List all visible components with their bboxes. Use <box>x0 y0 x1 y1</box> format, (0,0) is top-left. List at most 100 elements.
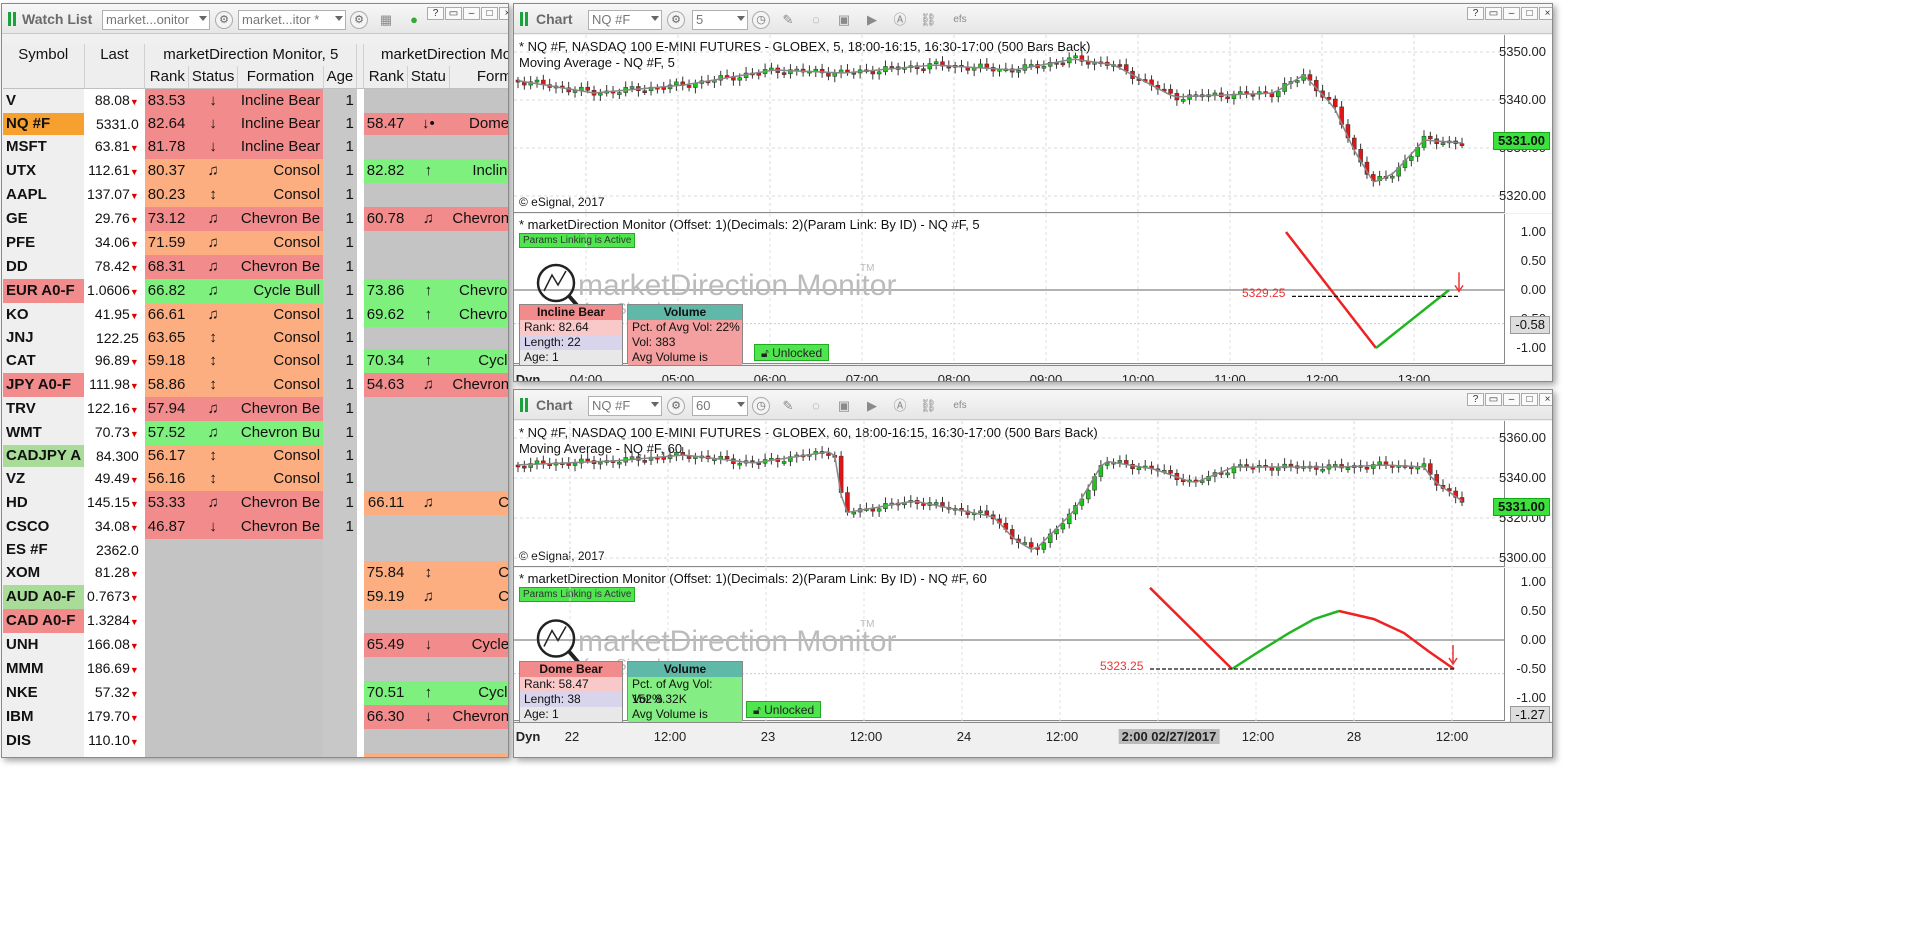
table-row[interactable]: MMM 186.69▼ <box>3 657 508 681</box>
table-row[interactable]: CADJPY A 84.300 56.17 ↕ Consol 1 <box>3 445 508 467</box>
settings-icon[interactable]: ⚙ <box>215 11 233 29</box>
alert-icon[interactable]: Ⓐ <box>892 12 908 28</box>
curve-icon[interactable]: ◌ <box>808 398 824 414</box>
table-row[interactable]: HD145.15▼53.33♫Chevron Be166.11♫Consol1 <box>3 491 508 515</box>
table-row[interactable]: CAD A0-F 1.3284▼ <box>3 609 508 633</box>
restore-button[interactable]: ▭ <box>1485 393 1502 406</box>
table-row[interactable]: UNH166.08▼65.49↓Cycle Bear1 <box>3 633 508 657</box>
col-symbol-header[interactable]: Symbol <box>3 44 85 66</box>
minimize-button[interactable]: – <box>1503 393 1520 406</box>
unlocked-button[interactable]: 🔓︎ Unlocked <box>754 344 830 361</box>
col-last-header[interactable]: Last <box>84 44 146 66</box>
time-axis[interactable]: Dyn 22 12:00 23 12:00 24 12:00 2:00 02/27/2017 1… <box>514 722 1552 744</box>
minimize-button[interactable]: – <box>463 7 480 20</box>
table-row[interactable]: AAPL 137.07▼ 80.23 ↕ Consol 1 <box>3 183 508 207</box>
formation-box[interactable]: Dome BearRank: 58.47Length: 38Age: 1Tren… <box>519 661 623 737</box>
table-row[interactable]: TRV 122.16▼ 57.94 ♫ Chevron Be 1 <box>3 397 508 421</box>
col-rank-60[interactable]: Rank <box>363 66 408 89</box>
table-row[interactable]: AUD A0-F0.7673▼59.19♫Consol1 <box>3 585 508 609</box>
price-pane[interactable]: * NQ #F, NASDAQ 100 E-MINI FUTURES - GLO… <box>514 35 1504 213</box>
table-row[interactable]: JPM90.42▼70.28↕Consol1 <box>3 753 508 757</box>
col-status-60[interactable]: Statu <box>407 66 450 89</box>
link-icon[interactable]: ● <box>406 12 422 28</box>
price-pane[interactable]: * NQ #F, NASDAQ 100 E-MINI FUTURES - GLO… <box>514 421 1504 567</box>
maximize-button[interactable]: □ <box>1521 393 1538 406</box>
dyn-button[interactable]: Dyn <box>516 372 541 381</box>
close-button[interactable]: × <box>1539 7 1552 20</box>
camera-icon[interactable]: ▣ <box>836 398 852 414</box>
page-combo-1[interactable]: market...onitor <box>102 10 210 30</box>
pencil-icon[interactable]: ✎ <box>780 398 796 414</box>
efs-icon[interactable]: efs <box>952 12 968 28</box>
osc-axis[interactable]: 1.00 0.50 0.00 -0.50 -1.00 -1.27 <box>1504 568 1552 724</box>
maximize-button[interactable]: □ <box>1521 7 1538 20</box>
minimize-button[interactable]: – <box>1503 7 1520 20</box>
col-formation-60[interactable]: Formation <box>449 66 508 89</box>
col-age-5[interactable]: Age <box>323 66 358 89</box>
osc-axis[interactable]: 1.000.500.00-0.50-1.00-0.58 <box>1504 214 1552 364</box>
help-button[interactable]: ? <box>1467 7 1484 20</box>
dyn-button[interactable]: Dyn <box>516 729 541 744</box>
table-row[interactable]: JNJ 122.25 63.65 ↕ Consol 1 <box>3 327 508 349</box>
table-row[interactable]: IBM179.70▼66.30↓Chevron Bear1 <box>3 705 508 729</box>
table-row[interactable]: DD 78.42▼ 68.31 ♫ Chevron Be 1 <box>3 255 508 279</box>
alert-icon[interactable]: Ⓐ <box>892 398 908 414</box>
restore-button[interactable]: ▭ <box>445 7 462 20</box>
price-axis[interactable]: 5350.005340.005330.005320.005331.00 <box>1493 35 1552 213</box>
restore-button[interactable]: ▭ <box>1485 7 1502 20</box>
table-row[interactable]: WMT 70.73▼ 57.52 ♫ Chevron Bu 1 <box>3 421 508 445</box>
page-combo-2[interactable]: market...itor * <box>238 10 346 30</box>
formation-box[interactable]: Incline BearRank: 82.64Length: 22Age: 1T… <box>519 304 623 380</box>
interval-combo[interactable]: 60 <box>692 396 748 416</box>
clock-icon[interactable]: ◷ <box>752 397 770 415</box>
table-row[interactable]: NQ #F 5331.0 82.64 ↓ Incline Bear 1 58.47 ↓• Dom… <box>3 113 508 135</box>
link-icon[interactable]: ⛓ <box>920 398 937 414</box>
symbol-combo[interactable]: NQ #F <box>588 396 662 416</box>
col-formation-5[interactable]: Formation <box>237 66 324 89</box>
table-row[interactable]: KO41.95▼66.61♫Consol169.62↑Chevron Bull1 <box>3 303 508 327</box>
pencil-icon[interactable]: ✎ <box>780 12 796 28</box>
curve-icon[interactable]: ◌ <box>808 12 824 28</box>
table-row[interactable]: JPY A0-F 111.98▼ 58.86 ↕ Consol 1 54.63 ♫ Chevro… <box>3 373 508 397</box>
settings-icon-2[interactable]: ⚙ <box>350 11 368 29</box>
table-row[interactable]: EUR A0-F 1.0606▼ 66.82 ♫ Cycle Bull 1 73.86 ↑ Ch… <box>3 279 508 303</box>
table-row[interactable]: UTX112.61▼80.37♫Consol182.82↑Incline Bul… <box>3 159 508 183</box>
link-icon[interactable]: ⛓ <box>920 12 937 28</box>
settings-icon[interactable]: ⚙ <box>667 11 685 29</box>
play-icon[interactable]: ▶ <box>864 12 880 28</box>
unlocked-button[interactable]: 🔓︎ Unlocked <box>746 701 822 718</box>
volume-box[interactable]: Volume Pct. of Avg Vol: 22% Vol: 383 Avg Vo… <box>627 304 743 379</box>
table-row[interactable]: V 88.08▼ 83.53 ↓ Incline Bear 1 <box>3 88 508 113</box>
col-rank-5[interactable]: Rank <box>144 66 189 89</box>
col-status-5[interactable]: Status <box>188 66 239 89</box>
efs-icon[interactable]: efs <box>952 398 968 414</box>
group-60-header[interactable]: marketDirection Monitor, 60 <box>363 44 508 66</box>
table-row[interactable]: GE29.76▼73.12♫Chevron Be160.78♫Chevron B… <box>3 207 508 231</box>
maximize-button[interactable]: □ <box>481 7 498 20</box>
table-row[interactable]: PFE 34.06▼ 71.59 ♫ Consol 1 <box>3 231 508 255</box>
table-row[interactable]: XOM81.28▼75.84↕Consol1 <box>3 561 508 585</box>
help-button[interactable]: ? <box>1467 393 1484 406</box>
oscillator-pane[interactable]: * marketDirection Monitor (Offset: 1)(De… <box>514 214 1504 380</box>
table-row[interactable]: CAT96.89▼59.18↕Consol170.34↑Cycle Bull1 <box>3 349 508 373</box>
table-row[interactable]: CSCO 34.08▼ 46.87 ↓ Chevron Be 1 <box>3 515 508 539</box>
camera-icon[interactable]: ▣ <box>836 12 852 28</box>
table-row[interactable]: ES #F 2362.0 <box>3 539 508 561</box>
clock-icon[interactable]: ◷ <box>752 11 770 29</box>
oscillator-pane[interactable]: * marketDirection Monitor (Offset: 1)(De… <box>514 568 1504 737</box>
interval-combo[interactable]: 5 <box>692 10 748 30</box>
symbol-combo[interactable]: NQ #F <box>588 10 662 30</box>
table-row[interactable]: VZ 49.49▼ 56.16 ↕ Consol 1 <box>3 467 508 491</box>
help-button[interactable]: ? <box>427 7 444 20</box>
table-row[interactable]: DIS 110.10▼ <box>3 729 508 753</box>
grid-icon[interactable]: ▦ <box>378 12 394 28</box>
close-button[interactable]: × <box>1539 393 1552 406</box>
price-axis[interactable]: 5360.00 5340.00 5320.00 5300.00 5331.00 <box>1493 421 1552 567</box>
table-row[interactable]: MSFT 63.81▼ 81.78 ↓ Incline Bear 1 <box>3 135 508 159</box>
time-axis[interactable]: Dyn 04:00 05:00 06:00 07:00 08:00 09:00 10:00 11… <box>514 365 1552 381</box>
close-button[interactable]: × <box>499 7 508 20</box>
volume-box[interactable]: VolumePct. of Avg Vol: 152%Vol: 8.32KAvg… <box>627 661 743 736</box>
table-row[interactable]: NKE57.32▼70.51↑Cycle Bull1 <box>3 681 508 705</box>
play-icon[interactable]: ▶ <box>864 398 880 414</box>
group-5-header[interactable]: marketDirection Monitor, 5 <box>144 44 358 66</box>
